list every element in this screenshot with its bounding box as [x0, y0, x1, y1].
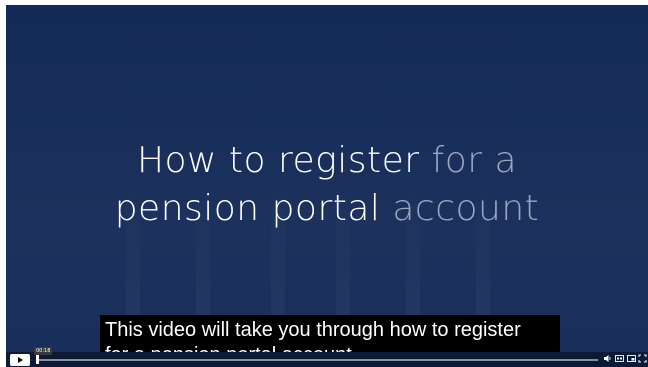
closed-captions-icon: [614, 355, 624, 362]
picture-in-picture-icon: [626, 355, 636, 362]
video-player[interactable]: How to register for a pension portal acc…: [6, 5, 648, 367]
video-title: How to register for a pension portal acc…: [6, 137, 648, 233]
volume-icon: [603, 355, 611, 362]
caption-line-1: This video will take you through how to …: [105, 319, 521, 341]
player-controls: 00:18: [6, 347, 648, 367]
video-title-line-1: How to register for a: [6, 137, 648, 185]
title-text: pension portal: [114, 188, 381, 229]
title-text-faded: for a: [419, 140, 518, 181]
captions-button[interactable]: [614, 354, 624, 365]
picture-in-picture-button[interactable]: [626, 354, 636, 365]
video-title-line-2: pension portal account: [6, 185, 648, 233]
title-text-faded: account: [380, 188, 540, 229]
progress-handle[interactable]: [36, 355, 39, 364]
page: How to register for a pension portal acc…: [0, 0, 648, 367]
title-text: How to: [136, 140, 279, 181]
fullscreen-button[interactable]: [637, 354, 647, 365]
current-time-tooltip: 00:18: [34, 347, 53, 355]
title-text: register: [278, 140, 420, 181]
volume-button[interactable]: [602, 354, 612, 365]
fullscreen-icon: [638, 354, 646, 363]
progress-bar[interactable]: [36, 359, 598, 361]
play-button[interactable]: [10, 354, 30, 366]
